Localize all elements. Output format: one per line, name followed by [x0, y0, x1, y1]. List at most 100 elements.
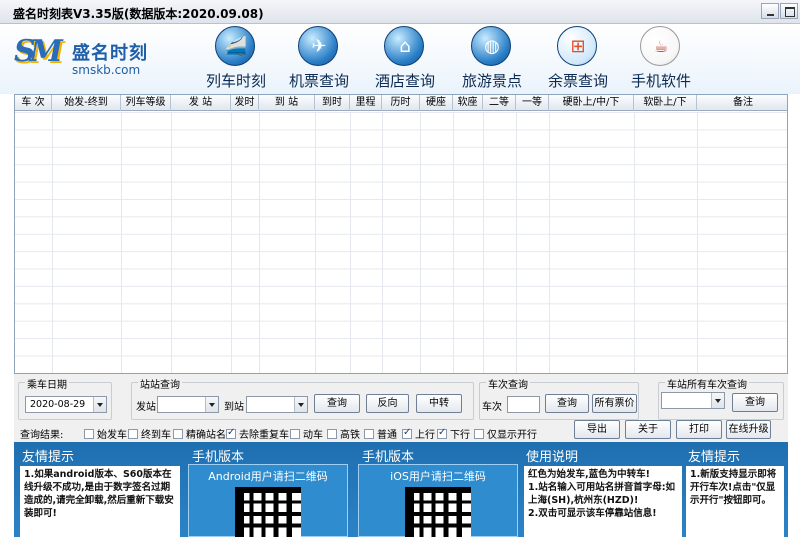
- chevron-down-icon[interactable]: [711, 393, 724, 408]
- train-icon: 🚄: [215, 26, 255, 66]
- chevron-down-icon[interactable]: [294, 397, 307, 412]
- reverse-button[interactable]: 反向: [366, 394, 409, 413]
- col-remarks[interactable]: 备注: [697, 95, 787, 111]
- nav-flight-search[interactable]: ✈ 机票查询: [276, 26, 362, 92]
- filter-emu[interactable]: 动车: [290, 426, 323, 441]
- from-station-select[interactable]: [157, 396, 219, 413]
- station-select[interactable]: [661, 392, 725, 409]
- about-button[interactable]: 关于: [625, 420, 671, 439]
- filter-down[interactable]: 下行: [437, 426, 470, 441]
- filter-terminal[interactable]: 终到车: [128, 426, 171, 441]
- checkbox-label: 动车: [303, 430, 323, 441]
- nav-train-schedule[interactable]: 🚄 列车时刻: [193, 26, 279, 92]
- checkbox-label: 高铁: [340, 430, 360, 441]
- checkbox[interactable]: [327, 428, 337, 439]
- filter-up[interactable]: 上行: [402, 426, 435, 441]
- checkbox[interactable]: [128, 428, 138, 439]
- panel-title: 友情提示: [688, 450, 741, 465]
- export-button[interactable]: 导出: [574, 420, 620, 439]
- windows-icon: ⊞: [557, 26, 597, 66]
- station-query-button[interactable]: 查询: [314, 394, 360, 413]
- grid-divider: [315, 112, 316, 373]
- station-query-label: 站站查询: [138, 376, 182, 391]
- results-grid[interactable]: 车 次 始发-终到 列车等级 发 站 发时 到 站 到时 里程 历时 硬座 软座…: [14, 94, 788, 374]
- col-train-class[interactable]: 列车等级: [121, 95, 171, 111]
- results-label: 查询结果:: [20, 430, 64, 441]
- maximize-button[interactable]: [780, 3, 798, 19]
- to-station-label: 到站: [224, 402, 244, 413]
- col-soft-seat[interactable]: 软座: [453, 95, 483, 111]
- minimize-button[interactable]: [761, 3, 779, 19]
- to-station-select[interactable]: [246, 396, 308, 413]
- logo-name: 盛名时刻: [72, 43, 148, 64]
- col-train-no[interactable]: 车 次: [15, 95, 52, 111]
- checkbox[interactable]: [364, 428, 374, 439]
- col-hard-seat[interactable]: 硬座: [420, 95, 453, 111]
- panel-title: 友情提示: [22, 450, 75, 465]
- col-depart-station[interactable]: 发 站: [171, 95, 231, 111]
- chevron-down-icon[interactable]: [205, 397, 218, 412]
- station-trains-group: 车站所有车次查询 查询: [658, 376, 784, 420]
- checkbox[interactable]: [402, 427, 412, 439]
- filter-dedupe[interactable]: 去除重复车: [226, 426, 289, 441]
- print-button[interactable]: 打印: [676, 420, 722, 439]
- filter-origin[interactable]: 始发车: [84, 426, 127, 441]
- col-origin-terminal[interactable]: 始发-终到: [52, 95, 121, 111]
- globe-icon: ◍: [471, 26, 511, 66]
- android-panel: 手机版本 Android用户请扫二维码: [184, 442, 354, 537]
- ios-panel: 手机版本 iOS用户请扫二维码: [354, 442, 524, 537]
- departure-date-picker[interactable]: 2020-08-29: [25, 396, 107, 413]
- android-qr-card[interactable]: Android用户请扫二维码: [188, 464, 348, 537]
- col-distance[interactable]: 里程: [350, 95, 382, 111]
- panel-title: 手机版本: [192, 450, 245, 465]
- col-second-class[interactable]: 二等: [483, 95, 516, 111]
- station-query-group: 站站查询 发站 到站 查询 反向 中转: [131, 376, 474, 420]
- nav-tourist-spots[interactable]: ◍ 旅游景点: [449, 26, 535, 92]
- checkbox[interactable]: [290, 428, 300, 439]
- checkbox[interactable]: [437, 427, 447, 439]
- filter-high-speed[interactable]: 高铁: [327, 426, 360, 441]
- col-soft-sleeper[interactable]: 软卧上/下: [634, 95, 697, 111]
- ios-qr-card[interactable]: iOS用户请扫二维码: [358, 464, 518, 537]
- filter-regular[interactable]: 普通: [364, 426, 397, 441]
- train-query-group: 车次查询 车次 查询 所有票价: [479, 376, 639, 420]
- chevron-down-icon[interactable]: [93, 397, 106, 412]
- nav-label: 机票查询: [288, 72, 349, 90]
- grid-divider: [697, 112, 698, 373]
- train-query-button[interactable]: 查询: [545, 394, 589, 413]
- checkbox-label: 仅显示开行: [487, 430, 537, 441]
- col-arrive-station[interactable]: 到 站: [259, 95, 315, 111]
- grid-body[interactable]: [15, 112, 787, 373]
- panel-text: 红色为始发车,蓝色为中转车! 1.站名输入可用站名拼音首字母:如上海(SH),杭…: [524, 466, 682, 537]
- checkbox[interactable]: [226, 427, 236, 439]
- checkbox[interactable]: [173, 428, 183, 439]
- checkbox[interactable]: [84, 428, 94, 439]
- col-first-class[interactable]: 一等: [516, 95, 549, 111]
- grid-divider: [483, 112, 484, 373]
- grid-divider: [231, 112, 232, 373]
- grid-divider: [382, 112, 383, 373]
- checkbox[interactable]: [474, 428, 484, 439]
- panel-text: 1.新版支持显示即将开行车次!点击"仅显示开行"按钮即可。: [686, 466, 784, 537]
- logo-mark: SM: [14, 34, 63, 69]
- col-hard-sleeper[interactable]: 硬卧上/中/下: [549, 95, 634, 111]
- col-depart-time[interactable]: 发时: [231, 95, 259, 111]
- airplane-icon: ✈: [298, 26, 338, 66]
- station-trains-query-button[interactable]: 查询: [732, 393, 778, 412]
- grid-divider: [549, 112, 550, 373]
- nav-hotel-search[interactable]: ⌂ 酒店查询: [362, 26, 448, 92]
- transfer-button[interactable]: 中转: [416, 394, 462, 413]
- logo-url: smskb.com: [72, 63, 141, 77]
- tip-panel-right: 友情提示 1.新版支持显示即将开行车次!点击"仅显示开行"按钮即可。: [680, 442, 788, 537]
- departure-date-value: 2020-08-29: [30, 399, 86, 410]
- col-duration[interactable]: 历时: [382, 95, 420, 111]
- filter-exact-station[interactable]: 精确站名: [173, 426, 226, 441]
- online-upgrade-button[interactable]: 在线升级: [726, 420, 771, 439]
- col-arrive-time[interactable]: 到时: [315, 95, 350, 111]
- train-no-input[interactable]: [507, 396, 540, 413]
- grid-divider: [350, 112, 351, 373]
- nav-ticket-availability[interactable]: ⊞ 余票查询: [535, 26, 621, 92]
- nav-mobile-software[interactable]: ☕ 手机软件: [618, 26, 704, 92]
- filter-running-only[interactable]: 仅显示开行: [474, 426, 537, 441]
- all-fares-button[interactable]: 所有票价: [592, 394, 637, 413]
